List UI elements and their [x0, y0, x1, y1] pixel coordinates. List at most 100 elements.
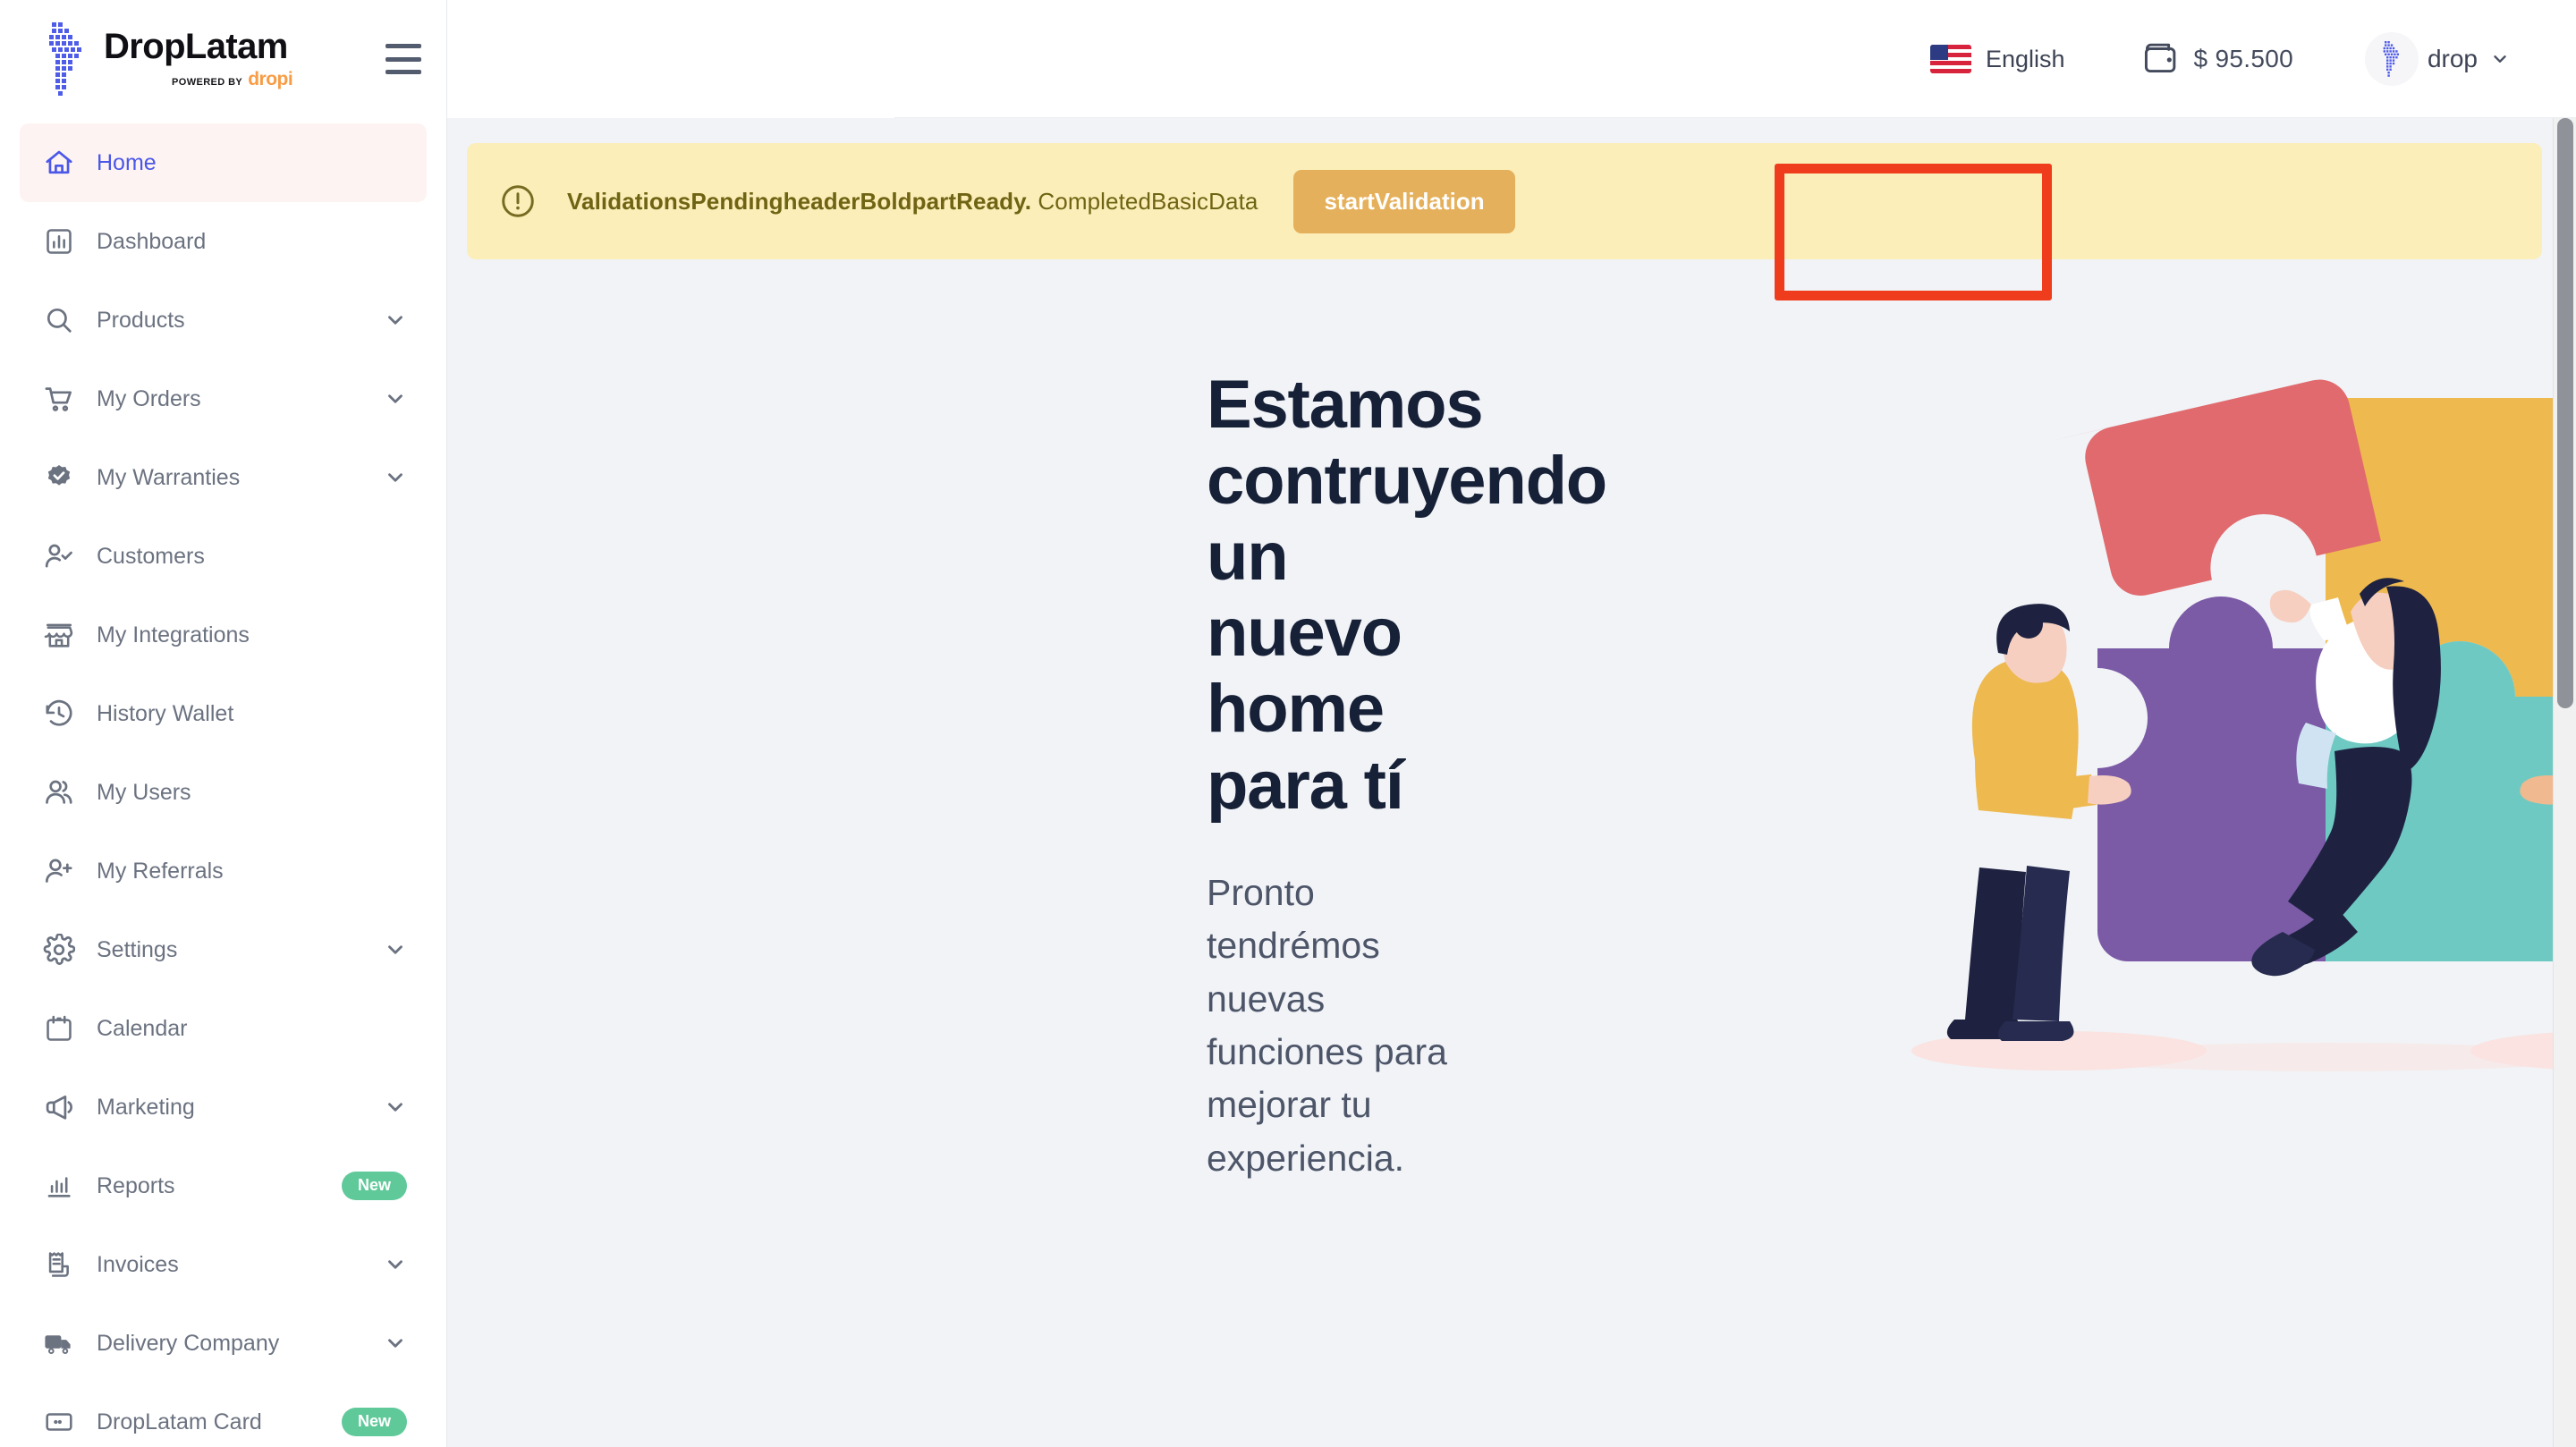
chevron-down-icon[interactable] [384, 1253, 407, 1276]
sidebar-item-delivery-company[interactable]: Delivery Company [20, 1304, 427, 1383]
chevron-down-icon[interactable] [384, 466, 407, 489]
brand-powered-by: POWERED BY dropi [104, 69, 386, 90]
chevron-down-icon[interactable] [384, 1332, 407, 1355]
app-root: DropLatam POWERED BY dropi Home Dashboard… [0, 0, 2576, 1447]
chevron-down-icon[interactable] [384, 1096, 407, 1119]
alert-message-regular: CompletedBasicData [1031, 187, 1258, 215]
hamburger-menu-icon[interactable] [386, 44, 421, 74]
sidebar-item-my-warranties[interactable]: My Warranties [20, 438, 427, 517]
alert-message: ValidationsPendingheaderBoldpartReady. C… [567, 188, 1258, 216]
sidebar-nav: Home Dashboard Products My Orders My Warrant… [0, 118, 446, 1447]
wallet-balance[interactable]: $ 95.500 [2142, 40, 2293, 79]
sidebar-item-label: My Orders [97, 385, 201, 411]
vertical-scrollbar[interactable] [2553, 118, 2576, 1447]
sidebar-item-label: My Users [97, 779, 191, 805]
sidebar-item-label: Reports [97, 1172, 175, 1198]
new-badge: New [341, 1408, 407, 1436]
sidebar-item-label: Products [97, 307, 185, 333]
chevron-down-icon[interactable] [384, 387, 407, 410]
sidebar-item-label: My Warranties [97, 464, 241, 490]
user-menu[interactable]: drop [2364, 32, 2510, 86]
sidebar-item-calendar[interactable]: Calendar [20, 989, 427, 1068]
sidebar-item-my-integrations[interactable]: My Integrations [20, 596, 427, 674]
megaphone-icon [41, 1089, 77, 1125]
sidebar-item-label: Dashboard [97, 228, 207, 254]
sidebar-item-history-wallet[interactable]: History Wallet [20, 674, 427, 753]
alert-message-bold: ValidationsPendingheaderBoldpartReady. [567, 187, 1032, 215]
hamburger-bar [386, 56, 421, 62]
shopping-cart-icon [41, 381, 77, 417]
chevron-down-icon [2490, 49, 2510, 69]
search-icon [41, 302, 77, 338]
latam-map-logo-icon [41, 21, 91, 97]
invoice-icon [41, 1247, 77, 1282]
hamburger-bar [386, 44, 421, 48]
sidebar-item-label: Customers [97, 543, 205, 569]
page-subtitle: Pronto tendrémos nuevas funciones para m… [1207, 871, 1447, 1179]
page-title: Estamos contruyendo un nuevo home para t… [1207, 367, 1607, 824]
sidebar-item-marketing[interactable]: Marketing [20, 1068, 427, 1147]
home-icon [41, 145, 77, 181]
users-icon [41, 774, 77, 810]
avatar [2364, 32, 2419, 86]
sidebar-item-dashboard[interactable]: Dashboard [20, 202, 427, 281]
brand-title: DropLatam [104, 26, 288, 66]
credit-card-icon [41, 1404, 77, 1440]
sidebar-item-label: Home [97, 149, 157, 175]
sidebar-item-label: Invoices [97, 1251, 179, 1277]
gear-icon [41, 932, 77, 968]
powered-by-label: POWERED BY [172, 76, 243, 88]
sidebar: DropLatam POWERED BY dropi Home Dashboard… [0, 0, 447, 1447]
user-check-icon [41, 538, 77, 574]
brand-header: DropLatam POWERED BY dropi [0, 0, 446, 118]
sidebar-item-label: My Referrals [97, 858, 224, 884]
sidebar-item-my-orders[interactable]: My Orders [20, 360, 427, 438]
history-clock-icon [41, 696, 77, 732]
sidebar-item-label: Calendar [97, 1015, 188, 1041]
user-plus-icon [41, 853, 77, 889]
sidebar-item-label: My Integrations [97, 622, 250, 647]
highlight-box [1775, 164, 2052, 300]
bar-chart-icon [41, 1168, 77, 1204]
scrollbar-thumb[interactable] [2557, 118, 2573, 708]
sidebar-item-label: Settings [97, 936, 178, 962]
hamburger-bar [386, 70, 421, 74]
language-label: English [1985, 45, 2065, 72]
content-area: ValidationsPendingheaderBoldpartReady. C… [447, 118, 2576, 1447]
teamwork-puzzle-illustration [1898, 286, 2576, 1118]
sidebar-item-invoices[interactable]: Invoices [20, 1225, 427, 1304]
sidebar-item-my-users[interactable]: My Users [20, 753, 427, 832]
topbar: English $ 95.500 drop [447, 0, 2576, 118]
sidebar-item-my-referrals[interactable]: My Referrals [20, 832, 427, 910]
chevron-down-icon[interactable] [384, 938, 407, 961]
wallet-amount: $ 95.500 [2193, 45, 2293, 72]
sidebar-item-label: DropLatam Card [97, 1409, 262, 1434]
user-name: drop [2427, 45, 2478, 72]
dropi-wordmark: dropi [248, 68, 293, 89]
new-badge: New [341, 1172, 407, 1200]
sidebar-item-home[interactable]: Home [20, 123, 427, 202]
chevron-down-icon[interactable] [384, 309, 407, 332]
truck-icon [41, 1325, 77, 1361]
language-selector[interactable]: English [1929, 45, 2065, 73]
sidebar-item-settings[interactable]: Settings [20, 910, 427, 989]
us-flag-icon [1929, 45, 1971, 73]
validation-alert-banner: ValidationsPendingheaderBoldpartReady. C… [467, 143, 2542, 300]
verified-badge-icon [41, 460, 77, 495]
sidebar-item-reports[interactable]: Reports New [20, 1147, 427, 1225]
wallet-icon [2142, 40, 2180, 79]
start-validation-button[interactable]: startValidation [1293, 169, 1515, 233]
alert-circle-icon [499, 182, 537, 220]
sidebar-item-label: Marketing [97, 1094, 195, 1120]
sidebar-item-products[interactable]: Products [20, 281, 427, 360]
sidebar-item-customers[interactable]: Customers [20, 517, 427, 596]
dashboard-chart-icon [41, 224, 77, 259]
sidebar-item-label: History Wallet [97, 700, 234, 726]
hero-section: Estamos contruyendo un nuevo home para t… [467, 367, 2576, 1185]
brand-text: DropLatam POWERED BY dropi [104, 29, 386, 90]
sidebar-item-label: Delivery Company [97, 1330, 280, 1356]
sidebar-item-droplatam-card[interactable]: DropLatam Card New [20, 1383, 427, 1447]
main-area: English $ 95.500 drop ValidationsPending… [447, 0, 2576, 1447]
calendar-icon [41, 1011, 77, 1046]
hero-copy: Estamos contruyendo un nuevo home para t… [467, 367, 1607, 1185]
